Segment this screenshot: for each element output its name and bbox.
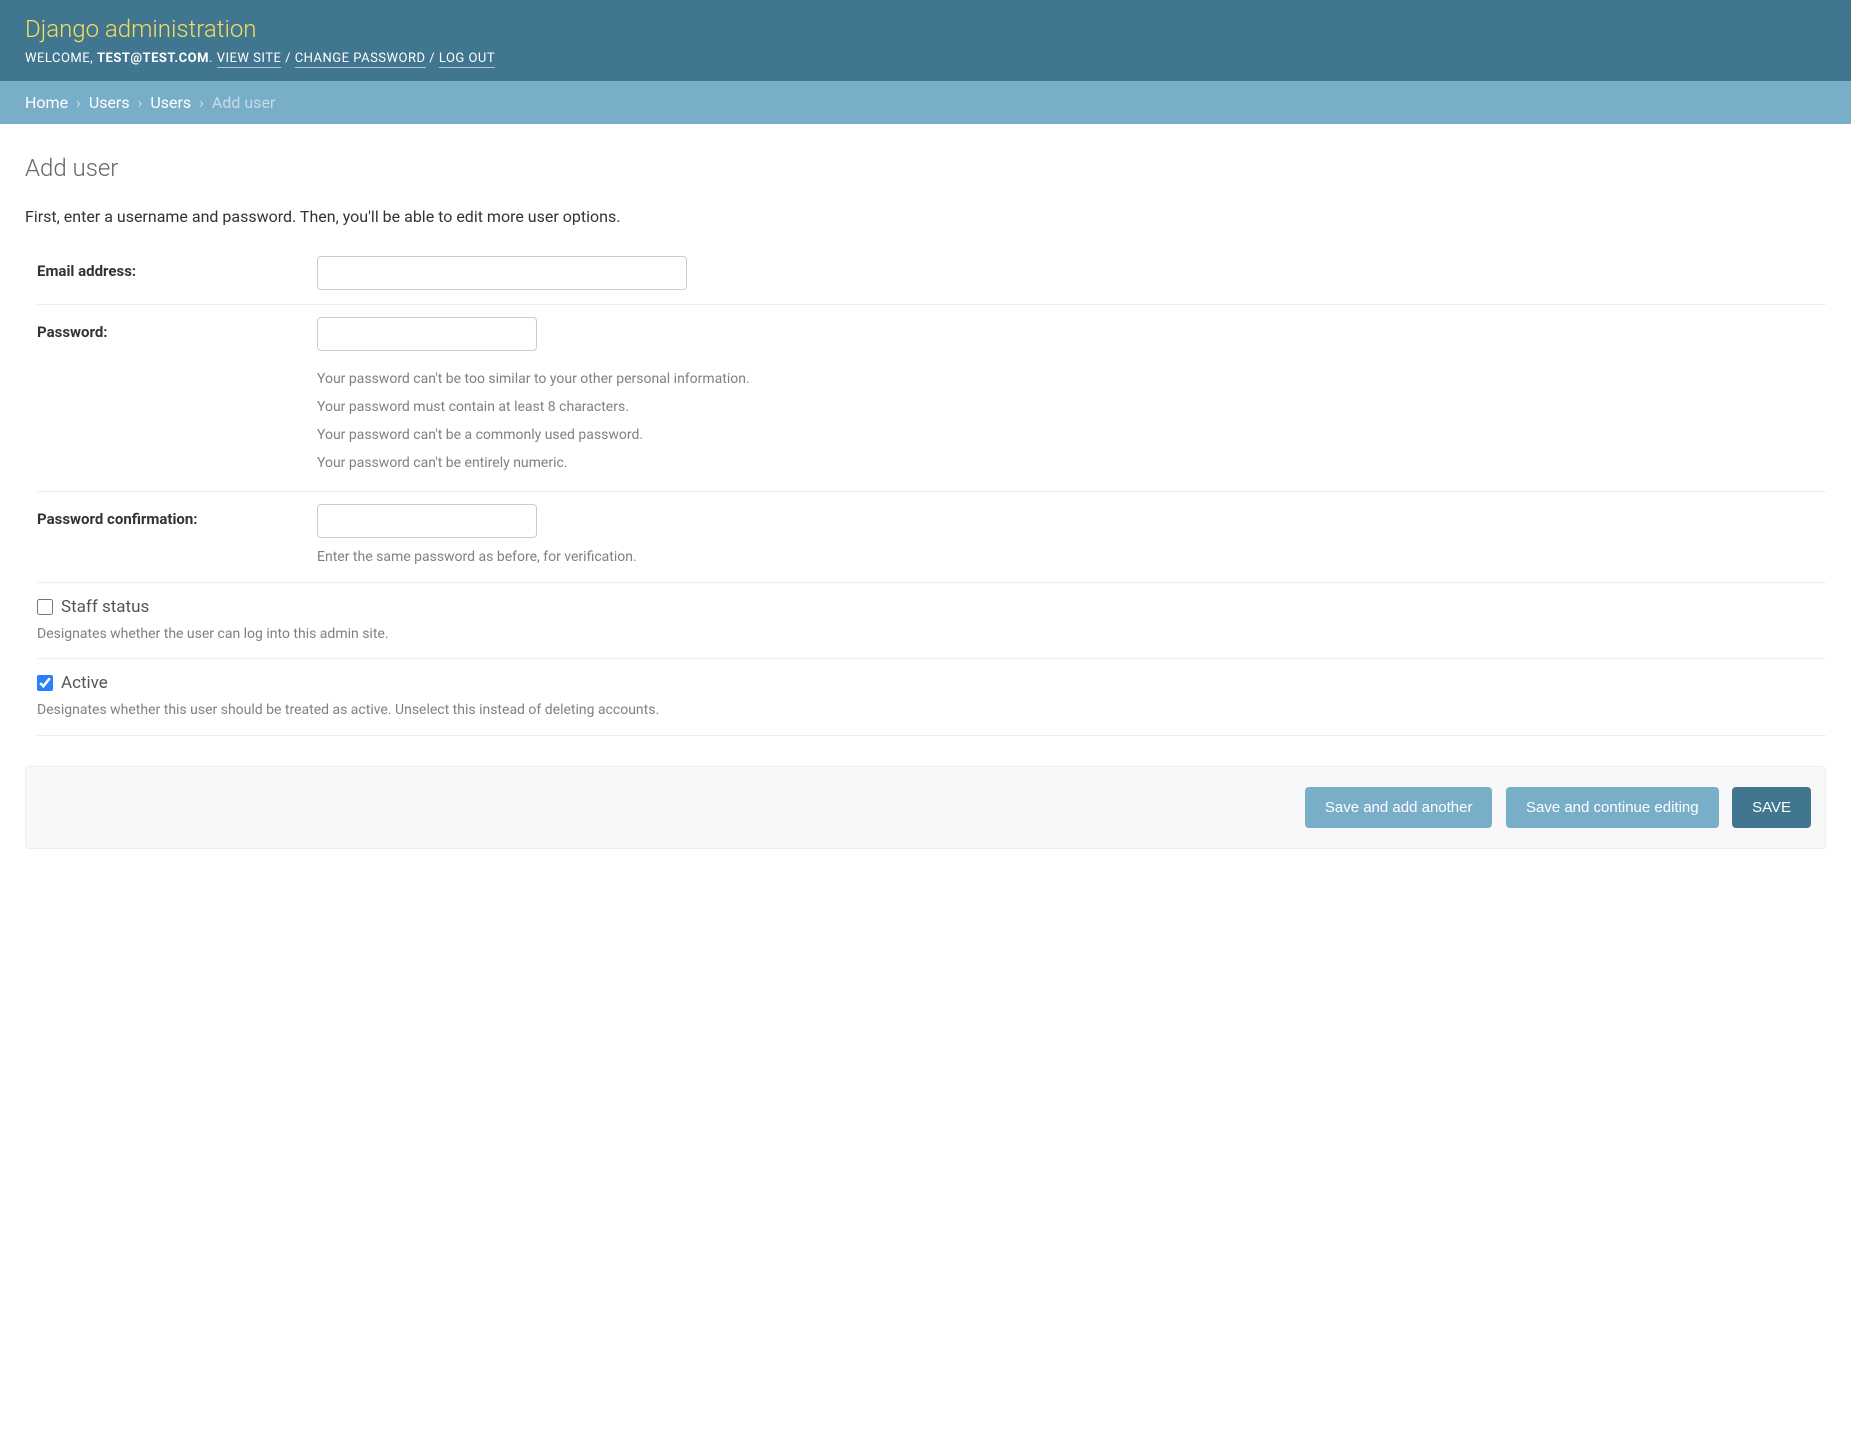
active-checkbox[interactable] bbox=[37, 675, 53, 691]
staff-status-help: Designates whether the user can log into… bbox=[37, 625, 1826, 645]
content: Add user First, enter a username and pas… bbox=[0, 124, 1851, 879]
email-field[interactable] bbox=[317, 256, 687, 290]
change-password-link[interactable]: CHANGE PASSWORD bbox=[295, 51, 426, 68]
password-label: Password: bbox=[37, 317, 317, 341]
header: Django administration WELCOME, TEST@TEST… bbox=[0, 0, 1851, 81]
active-help: Designates whether this user should be t… bbox=[37, 701, 1826, 721]
email-label: Email address: bbox=[37, 256, 317, 280]
page-intro: First, enter a username and password. Th… bbox=[25, 207, 1826, 226]
save-button[interactable]: SAVE bbox=[1732, 787, 1811, 828]
breadcrumb-users-app[interactable]: Users bbox=[89, 93, 130, 112]
staff-status-checkbox[interactable] bbox=[37, 599, 53, 615]
password-help-item: Your password must contain at least 8 ch… bbox=[317, 393, 1826, 421]
user-tools: WELCOME, TEST@TEST.COM. VIEW SITE / CHAN… bbox=[25, 51, 1826, 66]
password-help-item: Your password can't be too similar to yo… bbox=[317, 365, 1826, 393]
username: TEST@TEST.COM bbox=[97, 51, 209, 66]
breadcrumb: Home › Users › Users › Add user bbox=[0, 81, 1851, 124]
breadcrumb-separator: › bbox=[195, 93, 208, 112]
page-title: Add user bbox=[25, 154, 1826, 182]
site-title: Django administration bbox=[25, 15, 1826, 43]
password-help-item: Your password can't be entirely numeric. bbox=[317, 449, 1826, 477]
form-row-password-confirm: Password confirmation: Enter the same pa… bbox=[37, 492, 1826, 583]
save-add-another-button[interactable]: Save and add another bbox=[1305, 787, 1493, 828]
password-confirm-help: Enter the same password as before, for v… bbox=[317, 548, 1826, 568]
password-field[interactable] bbox=[317, 317, 537, 351]
breadcrumb-users-model[interactable]: Users bbox=[150, 93, 191, 112]
form-row-email: Email address: bbox=[37, 244, 1826, 305]
password-confirm-field[interactable] bbox=[317, 504, 537, 538]
breadcrumb-current: Add user bbox=[212, 93, 275, 112]
log-out-link[interactable]: LOG OUT bbox=[439, 51, 495, 68]
form-row-active: Active Designates whether this user shou… bbox=[37, 659, 1826, 736]
branding: Django administration bbox=[25, 15, 1826, 43]
breadcrumb-home[interactable]: Home bbox=[25, 93, 68, 112]
welcome-label: WELCOME, bbox=[25, 51, 93, 66]
breadcrumb-separator: › bbox=[134, 93, 147, 112]
password-confirm-label: Password confirmation: bbox=[37, 504, 317, 528]
view-site-link[interactable]: VIEW SITE bbox=[217, 51, 282, 68]
staff-status-label[interactable]: Staff status bbox=[61, 597, 149, 617]
form-row-password: Password: Your password can't be too sim… bbox=[37, 305, 1826, 492]
password-help-list: Your password can't be too similar to yo… bbox=[317, 365, 1826, 477]
form-row-staff-status: Staff status Designates whether the user… bbox=[37, 583, 1826, 660]
breadcrumb-separator: › bbox=[72, 93, 85, 112]
password-help-item: Your password can't be a commonly used p… bbox=[317, 421, 1826, 449]
active-label[interactable]: Active bbox=[61, 673, 108, 693]
submit-row: Save and add another Save and continue e… bbox=[25, 766, 1826, 849]
save-continue-button[interactable]: Save and continue editing bbox=[1506, 787, 1719, 828]
